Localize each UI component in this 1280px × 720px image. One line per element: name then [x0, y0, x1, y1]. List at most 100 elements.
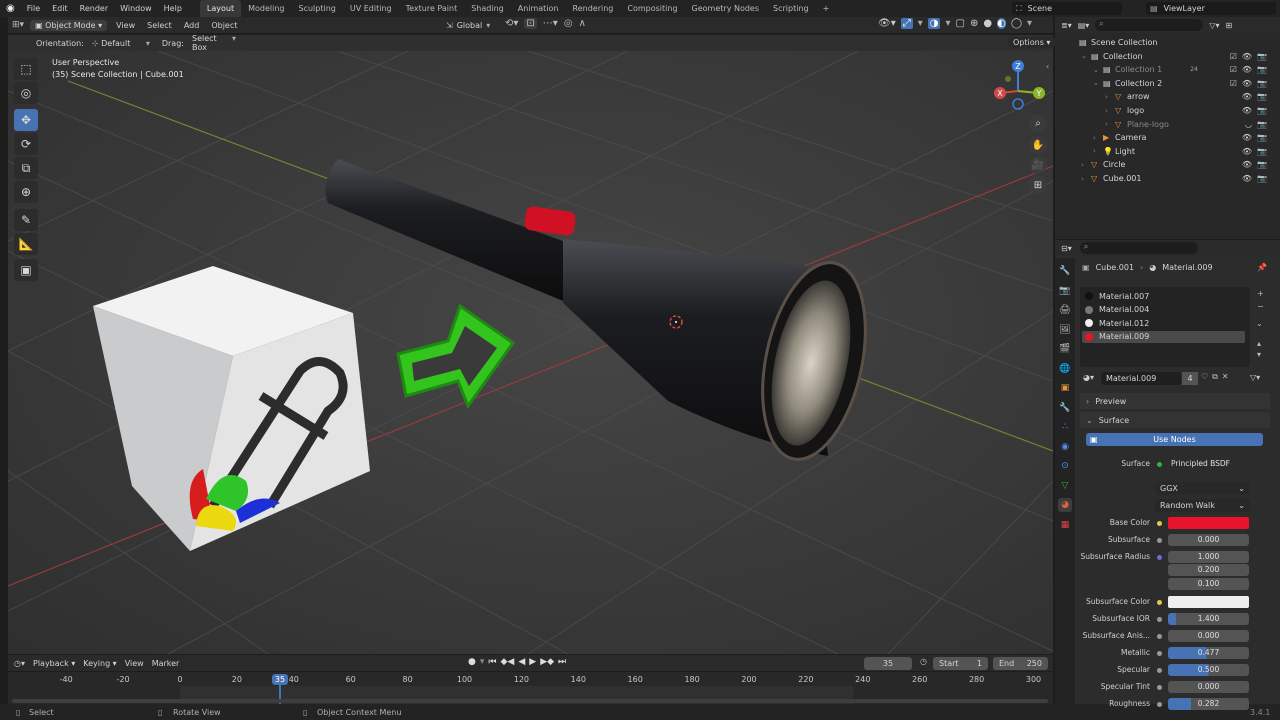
- pin-icon[interactable]: 📌: [1257, 263, 1267, 272]
- tab-texture-paint[interactable]: Texture Paint: [399, 0, 465, 17]
- outliner-row-collection-2[interactable]: ⌄ ▤ Collection 2 ☑ 👁 📷: [1063, 77, 1273, 90]
- outliner-row-collection[interactable]: ⌄ ▤ Collection ☑ 👁 📷: [1063, 50, 1273, 63]
- zoom-view-icon[interactable]: ⌕: [1029, 114, 1047, 132]
- transform-orientation[interactable]: ⇲ Global ▾: [446, 19, 490, 32]
- particles-tab-icon[interactable]: ∴: [1058, 420, 1072, 434]
- texture-tab-icon[interactable]: ▦: [1058, 518, 1072, 532]
- timeline-editor-icon[interactable]: ◷▾: [14, 659, 25, 668]
- xray-icon[interactable]: ▢: [956, 18, 965, 29]
- end-frame-field[interactable]: End 250: [993, 657, 1048, 670]
- cursor-tool[interactable]: ◎: [14, 82, 38, 104]
- render-camera-icon[interactable]: 📷: [1257, 79, 1267, 88]
- visibility-eye-icon[interactable]: ◡: [1245, 120, 1252, 129]
- object-tab-icon[interactable]: ▣: [1058, 381, 1072, 395]
- 3d-viewport[interactable]: Z Y X User Perspective (35) Scene Collec…: [8, 51, 1053, 654]
- viewport-menu-view[interactable]: View: [113, 21, 138, 30]
- field-subsurface-color[interactable]: [1168, 596, 1249, 608]
- options-dropdown[interactable]: Options ▾: [1008, 37, 1056, 48]
- jump-end-icon[interactable]: ⏭: [558, 657, 566, 667]
- physics-tab-icon[interactable]: ◉: [1058, 440, 1072, 454]
- outliner-row-logo[interactable]: › ▽ logo 👁 📷: [1063, 104, 1273, 117]
- material-name-field[interactable]: Material.009: [1101, 372, 1181, 385]
- scale-tool[interactable]: ⧉: [14, 157, 38, 179]
- menu-help[interactable]: Help: [158, 4, 188, 13]
- render-camera-icon[interactable]: 📷: [1257, 52, 1267, 61]
- outliner-filter-icon[interactable]: ▽▾: [1209, 21, 1219, 30]
- outliner-row-arrow[interactable]: › ▽ arrow 👁 📷: [1063, 90, 1273, 103]
- menu-window[interactable]: Window: [114, 4, 158, 13]
- timeline-menu-view[interactable]: View: [125, 659, 144, 668]
- menu-render[interactable]: Render: [74, 4, 114, 13]
- slot-down-icon[interactable]: ▾: [1257, 350, 1261, 359]
- overlay-toggle-icon[interactable]: ◑: [927, 18, 941, 29]
- tab-sculpting[interactable]: Sculpting: [292, 0, 343, 17]
- move-tool[interactable]: ✥: [14, 109, 38, 131]
- visibility-eye-icon[interactable]: 👁: [1242, 106, 1252, 115]
- outliner-row-circle[interactable]: › ▽ Circle 👁 📷: [1063, 158, 1273, 171]
- prev-keyframe-icon[interactable]: ◆◀: [501, 657, 515, 667]
- visibility-eye-icon[interactable]: 👁: [1242, 147, 1252, 156]
- field-base-color[interactable]: [1168, 517, 1249, 529]
- rotate-tool[interactable]: ⟳: [14, 133, 38, 155]
- duplicate-icon[interactable]: ⧉: [1212, 372, 1218, 382]
- render-tab-icon[interactable]: 📷: [1058, 284, 1072, 298]
- sidebar-toggle-icon[interactable]: ‹: [1046, 62, 1049, 71]
- viewport-menu-add[interactable]: Add: [181, 21, 203, 30]
- distribution-dropdown[interactable]: GGX ⌄: [1155, 482, 1250, 495]
- scene-selector[interactable]: ⛶ Scene: [1012, 2, 1122, 15]
- render-camera-icon[interactable]: 📷: [1257, 92, 1267, 101]
- proportional-edit-icon[interactable]: ◎: [564, 18, 573, 29]
- slot-specials-icon[interactable]: ⌄: [1256, 319, 1263, 328]
- preview-range-icon[interactable]: ◷: [920, 657, 927, 666]
- tab-scripting[interactable]: Scripting: [766, 0, 816, 17]
- field-subsurface-anis-[interactable]: 0.000: [1168, 630, 1249, 642]
- visibility-eye-icon[interactable]: 👁: [1242, 174, 1252, 183]
- shading-wire-icon[interactable]: ⊕: [970, 18, 978, 29]
- fake-user-icon[interactable]: ♡: [1201, 372, 1208, 382]
- field-metallic[interactable]: 0.477: [1168, 647, 1249, 659]
- jump-start-icon[interactable]: ⏮: [488, 657, 496, 667]
- tab-layout[interactable]: Layout: [199, 0, 242, 17]
- visibility-icon[interactable]: 👁▾: [878, 18, 896, 29]
- ortho-toggle-icon[interactable]: ⊞: [1029, 176, 1047, 194]
- outliner-row-collection-1[interactable]: ⌄ ▤ Collection 1 24 ☑ 👁 📷: [1063, 63, 1273, 76]
- render-camera-icon[interactable]: 📷: [1257, 106, 1267, 115]
- tool-tab-icon[interactable]: 🔧: [1058, 264, 1072, 278]
- field-roughness[interactable]: 0.282: [1168, 698, 1249, 710]
- shading-material-icon[interactable]: ◐: [997, 18, 1006, 29]
- visibility-eye-icon[interactable]: 👁: [1242, 92, 1252, 101]
- exclude-checkbox-icon[interactable]: ☑: [1230, 52, 1237, 61]
- outliner-editor-icon[interactable]: ≣▾: [1061, 21, 1072, 30]
- world-tab-icon[interactable]: 🌐: [1058, 362, 1072, 376]
- measure-tool[interactable]: 📐: [14, 233, 38, 255]
- timeline-scrollbar[interactable]: [12, 699, 1048, 703]
- material-slot-item[interactable]: Material.004: [1082, 304, 1245, 316]
- output-tab-icon[interactable]: 🖨: [1058, 303, 1072, 317]
- expand-chevron-icon[interactable]: ›: [1105, 120, 1115, 128]
- exclude-checkbox-icon[interactable]: ☑: [1230, 79, 1237, 88]
- visibility-eye-icon[interactable]: 👁: [1242, 65, 1252, 74]
- play-reverse-icon[interactable]: ◀: [518, 657, 525, 667]
- viewport-menu-object[interactable]: Object: [208, 21, 240, 30]
- snap-target-icon[interactable]: ⋯▾: [543, 18, 558, 29]
- pan-view-icon[interactable]: ✋: [1029, 136, 1047, 154]
- field-specular-tint[interactable]: 0.000: [1168, 681, 1249, 693]
- tab-rendering[interactable]: Rendering: [566, 0, 621, 17]
- user-count[interactable]: 4: [1182, 372, 1198, 385]
- render-camera-icon[interactable]: 📷: [1257, 160, 1267, 169]
- menu-file[interactable]: File: [21, 4, 46, 13]
- field-subsurface-radius[interactable]: 1.000: [1168, 551, 1249, 563]
- display-mode-icon[interactable]: ▤▾: [1078, 21, 1090, 30]
- surface-shader-field[interactable]: Principled BSDF: [1168, 458, 1249, 470]
- editor-type-icon[interactable]: ⊞▾: [12, 20, 24, 30]
- material-browse-icon[interactable]: ◕▾: [1083, 373, 1094, 382]
- drag-dropdown[interactable]: Select Box ▾: [189, 34, 239, 52]
- expand-chevron-icon[interactable]: ›: [1081, 175, 1091, 183]
- slot-add-icon[interactable]: +: [1257, 289, 1264, 298]
- next-keyframe-icon[interactable]: ▶◆: [540, 657, 554, 667]
- outliner-search-field[interactable]: ⌕: [1095, 19, 1204, 31]
- menu-edit[interactable]: Edit: [46, 4, 74, 13]
- outliner-row-light[interactable]: › 💡 Light 👁 📷: [1063, 145, 1273, 158]
- snap-icon[interactable]: ⊡: [524, 18, 537, 29]
- field-subsurface[interactable]: 0.000: [1168, 534, 1249, 546]
